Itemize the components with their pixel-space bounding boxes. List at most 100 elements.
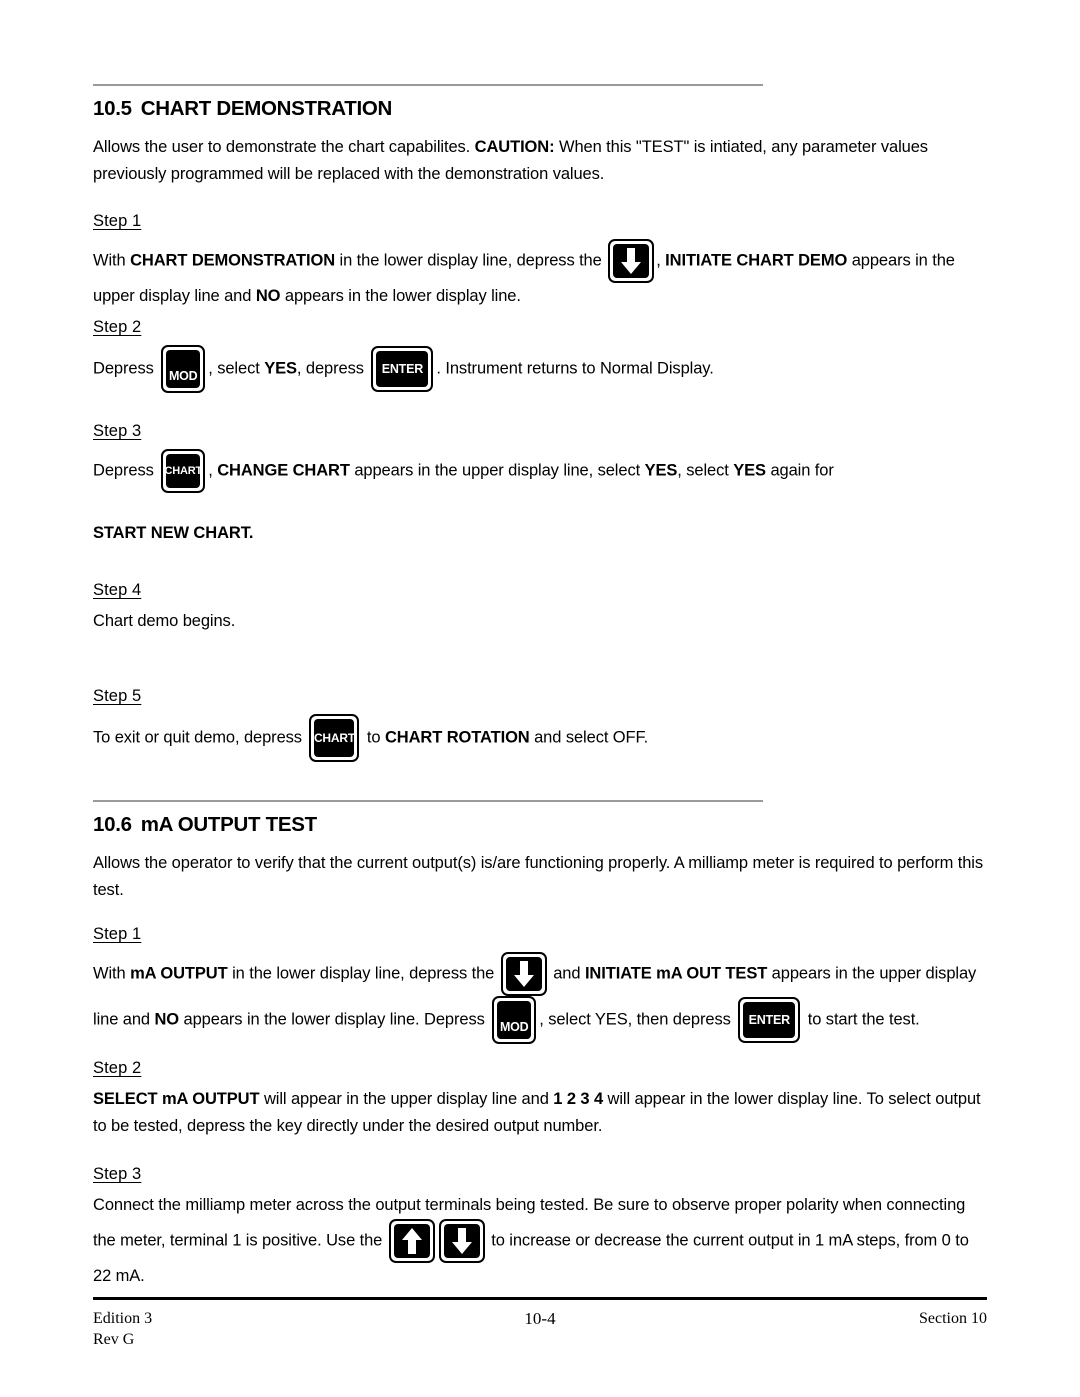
step-text: Depress MOD , select YES, depress ENTER . … [93,345,987,393]
intro-text-part1: Allows the operator to verify that the c… [93,853,984,899]
step-text: With CHART DEMONSTRATION in the lower di… [93,239,987,310]
step-block-10-5-4: Step 4 Chart demo begins. [93,579,987,635]
key-face: MOD [497,1001,532,1039]
step-text-fragment: appears in the upper display line, selec… [349,461,645,480]
step-text-fragment: appears in the lower display line. Depre… [179,1010,490,1029]
key-face [393,1224,430,1258]
step-block-10-5-5: Step 5 To exit or quit demo, depress CHA… [93,685,987,762]
down-arrow-icon [451,1228,472,1254]
down-arrow-key-icon[interactable] [500,952,547,996]
step-block-10-5-1: Step 1 With CHART DEMONSTRATION in the l… [93,210,987,310]
step-label: Step 3 [93,422,142,440]
step-text-fragment: , [208,461,218,480]
step-label: Step 3 [93,1165,142,1183]
caution-label: CAUTION: [474,137,555,156]
step-text-fragment: . Instrument returns to Normal Display. [436,359,714,378]
key-face: MOD [166,350,201,388]
step-text-fragment: appears in the lower display line. [280,287,521,305]
chart-key-label: CHART [164,464,202,477]
start-new-chart-text: START NEW CHART. [93,524,254,542]
key-face [613,244,650,278]
step-text-fragment: to [362,728,385,747]
key-face: ENTER [376,351,429,387]
step-text-fragment: With [93,964,131,983]
footer-edition: Edition 3 [93,1310,153,1327]
key-face: ENTER [743,1002,796,1038]
mod-key-icon[interactable]: MOD [492,996,537,1044]
step-text-bold: INITIATE mA OUT TEST [584,964,768,983]
down-arrow-key-icon[interactable] [608,239,655,283]
step-text-fragment: Depress [93,461,159,480]
section-number: 10.6 [93,813,132,836]
up-arrow-icon [401,1228,422,1254]
step-text-fragment: and select OFF. [529,728,649,747]
step-block-10-6-1: Step 1 With mA OUTPUT in the lower displ… [93,923,987,1044]
step-label: Step 1 [93,212,142,230]
enter-key-label: ENTER [381,361,424,376]
section-heading-10-5: 10.5 CHART DEMONSTRATION [93,97,987,121]
chart-key-icon[interactable]: CHART [161,449,206,493]
step-text: SELECT mA OUTPUT will appear in the uppe… [93,1086,987,1140]
step-text-fragment: , select [677,461,734,480]
step-text-fragment: , [656,251,666,270]
section-number: 10.5 [93,97,132,120]
step-text-fragment: , select YES, then depress [539,1010,736,1029]
section-10-5-intro: Allows the user to demonstrate the chart… [93,134,983,188]
section-10-6: 10.6 mA OUTPUT TEST Allows the operator t… [93,800,987,904]
step-text-fragment: will appear in the upper display line an… [259,1090,554,1108]
down-arrow-icon [513,961,534,987]
step-text-fragment: , select [208,359,265,378]
step-text-bold: CHANGE CHART [217,461,350,480]
step-text-bold: mA OUTPUT [130,964,228,983]
step-text-fragment: To exit or quit demo, depress [93,728,307,747]
output-numbers: 1 2 3 4 [553,1090,604,1108]
step-text-bold: CHART DEMONSTRATION [130,251,336,270]
step-text: Depress CHART, CHANGE CHART appears in t… [93,449,987,493]
up-arrow-key-icon[interactable] [388,1219,435,1263]
step-label: Step 1 [93,925,142,943]
step-text: Chart demo begins. [93,608,987,635]
step-text: Connect the milliamp meter across the ou… [93,1192,987,1290]
enter-key-icon[interactable]: ENTER [371,346,434,392]
footer-revision: Rev G [93,1331,135,1348]
step-block-10-5-2: Step 2 Depress MOD , select YES, depress … [93,316,987,393]
step-text-bold: CHART ROTATION [384,728,530,747]
section-heading-10-6: 10.6 mA OUTPUT TEST [93,813,987,837]
step-text: With mA OUTPUT in the lower display line… [93,952,987,1044]
enter-key-icon[interactable]: ENTER [738,997,801,1043]
section-10-5: 10.5 CHART DEMONSTRATION Allows the user … [93,84,987,188]
step-text-fragment: in the lower display line, depress the [335,251,607,270]
section-title: mA OUTPUT TEST [140,813,317,836]
step-text-fragment: and [548,964,585,983]
step-text-fragment: With [93,251,131,270]
step-text-bold: NO [255,287,281,305]
mod-key-label: MOD [168,368,198,383]
step-text-fragment: again for [765,461,834,480]
step-block-10-5-3: Step 3 Depress CHART, CHANGE CHART appea… [93,420,987,547]
footer-section: Section 10 [919,1310,987,1327]
step-block-10-6-3: Step 3 Connect the milliamp meter across… [93,1163,987,1290]
key-face: CHART [314,719,355,757]
step-text-fragment: Chart demo begins. [93,612,236,630]
down-arrow-icon [621,248,642,274]
step-label: Step 5 [93,687,142,705]
step-label: Step 2 [93,318,142,336]
step-text-bold: YES [264,359,297,378]
footer-divider [93,1297,987,1300]
step-text-bold: INITIATE CHART DEMO [665,251,848,270]
section-title: CHART DEMONSTRATION [140,97,393,120]
footer-page-number: 10-4 [524,1309,556,1328]
step-text-fragment: , depress [296,359,369,378]
key-face [443,1224,480,1258]
step-emphasis-line: START NEW CHART. [93,520,987,547]
chart-key-icon[interactable]: CHART [309,714,360,762]
step-block-10-6-2: Step 2 SELECT mA OUTPUT will appear in t… [93,1057,987,1140]
down-arrow-key-icon[interactable] [438,1219,485,1263]
mod-key-icon[interactable]: MOD [161,345,206,393]
section-divider-top [93,84,763,86]
intro-text-part1: Allows the user to demonstrate the chart… [93,137,475,156]
step-text-fragment: to start the test. [803,1010,920,1029]
step-text-bold: NO [154,1010,180,1029]
step-text-fragment: in the lower display line, depress the [227,964,499,983]
mod-key-label: MOD [499,1019,529,1034]
